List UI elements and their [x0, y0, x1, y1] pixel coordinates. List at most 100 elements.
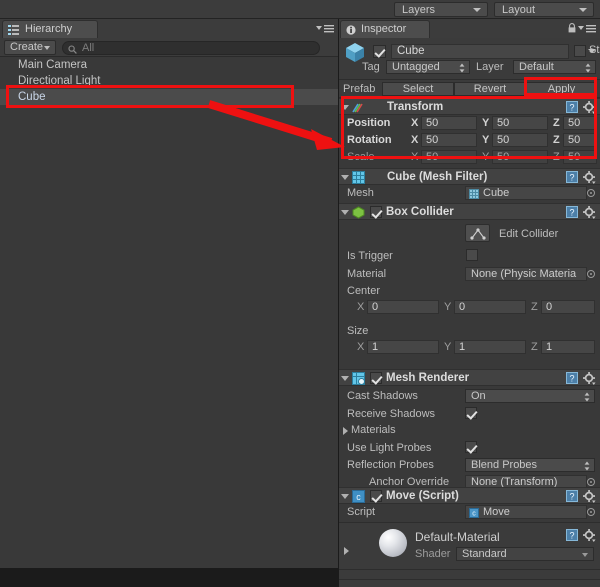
component-header-mesh-renderer[interactable]: Mesh Renderer ?	[339, 369, 600, 386]
gear-icon[interactable]	[583, 171, 596, 184]
box-collider-icon	[352, 206, 365, 219]
rotation-y-input[interactable]: 50	[492, 133, 548, 147]
position-y-value: 50	[497, 117, 510, 129]
hierarchy-item-directional-light[interactable]: Directional Light	[0, 73, 338, 89]
center-y-input[interactable]: 0	[454, 300, 526, 314]
object-picker-icon[interactable]	[587, 478, 595, 486]
help-icon[interactable]: ?	[566, 529, 578, 541]
scale-y-value: 50	[497, 151, 510, 163]
reflection-probes-value: Blend Probes	[471, 459, 538, 471]
axis-z-label: Z	[553, 134, 560, 146]
tab-inspector[interactable]: Inspector	[340, 20, 430, 38]
object-active-checkbox[interactable]	[373, 45, 386, 58]
component-header-move-script[interactable]: c Move (Script) ?	[339, 487, 600, 504]
chevron-down-icon[interactable]	[588, 49, 596, 53]
tag-dropdown[interactable]: Untagged	[386, 60, 470, 74]
help-icon[interactable]: ?	[566, 171, 578, 183]
gear-icon[interactable]	[583, 101, 596, 114]
component-header-mesh-filter[interactable]: Cube (Mesh Filter) ?	[339, 168, 600, 185]
rotation-z-input[interactable]: 50	[563, 133, 597, 147]
move-script-enabled-checkbox[interactable]	[370, 490, 382, 502]
center-x-input[interactable]: 0	[367, 300, 439, 314]
mesh-value: Cube	[483, 187, 510, 199]
foldout-closed-icon[interactable]	[343, 427, 348, 435]
position-z-input[interactable]: 50	[563, 116, 597, 130]
foldout-open-icon[interactable]	[341, 105, 349, 110]
shader-dropdown[interactable]: Standard	[456, 547, 594, 561]
foldout-open-icon[interactable]	[341, 494, 349, 499]
object-picker-icon[interactable]	[587, 508, 595, 516]
mesh-object-field[interactable]: Cube	[465, 186, 587, 200]
axis-y-label: Y	[482, 134, 490, 146]
panel-menu-icon[interactable]	[578, 24, 596, 33]
foldout-open-icon[interactable]	[341, 210, 349, 215]
foldout-open-icon[interactable]	[341, 175, 349, 180]
tab-hierarchy[interactable]: Hierarchy	[2, 20, 98, 38]
mesh-renderer-enabled-checkbox[interactable]	[370, 372, 382, 384]
help-icon[interactable]: ?	[566, 372, 578, 384]
size-z-input[interactable]: 1	[541, 340, 595, 354]
component-header-box-collider[interactable]: Box Collider ?	[339, 203, 600, 220]
hierarchy-list: Main Camera Directional Light Cube	[0, 57, 338, 568]
static-checkbox[interactable]	[574, 45, 586, 57]
layer-label: Layer	[476, 61, 504, 73]
prefab-select-button[interactable]: Select	[382, 82, 454, 96]
hierarchy-item-label: Main Camera	[18, 59, 88, 71]
layer-dropdown[interactable]: Default	[513, 60, 596, 74]
gear-icon[interactable]	[583, 529, 596, 542]
physic-material-value: None (Physic Materia	[471, 268, 577, 280]
component-body-box-collider-size: Size X 1 Y 1 Z 1	[339, 324, 600, 358]
hierarchy-item-cube[interactable]: Cube	[0, 89, 338, 105]
hierarchy-item-main-camera[interactable]: Main Camera	[0, 57, 338, 73]
gear-icon[interactable]	[583, 490, 596, 503]
hierarchy-search-input[interactable]: All	[62, 41, 320, 55]
is-trigger-checkbox[interactable]	[466, 249, 478, 261]
component-body-box-collider: Edit Collider Is Trigger Material None (…	[339, 220, 600, 324]
box-collider-enabled-checkbox[interactable]	[370, 206, 382, 218]
foldout-open-icon[interactable]	[341, 376, 349, 381]
shader-value: Standard	[462, 548, 507, 560]
use-light-probes-checkbox[interactable]	[465, 441, 477, 453]
prefab-apply-button[interactable]: Apply	[526, 82, 597, 96]
size-y-input[interactable]: 1	[454, 340, 526, 354]
scale-y-input[interactable]: 50	[492, 150, 548, 164]
layout-dropdown[interactable]: Layout	[494, 2, 594, 17]
gear-icon[interactable]	[583, 206, 596, 219]
foldout-closed-icon[interactable]	[344, 547, 349, 555]
cast-shadows-dropdown[interactable]: On	[465, 389, 595, 403]
object-name-input[interactable]: Cube	[391, 44, 569, 59]
size-x-input[interactable]: 1	[367, 340, 439, 354]
chevron-down-icon	[44, 46, 50, 50]
svg-text:?: ?	[569, 491, 574, 501]
object-picker-icon[interactable]	[587, 270, 595, 278]
rotation-x-input[interactable]: 50	[421, 133, 477, 147]
help-icon[interactable]: ?	[566, 206, 578, 218]
panel-menu-icon[interactable]	[316, 24, 334, 33]
reflection-probes-dropdown[interactable]: Blend Probes	[465, 458, 595, 472]
create-button[interactable]: Create	[4, 40, 56, 55]
script-object-field[interactable]: c Move	[465, 505, 587, 519]
svg-text:c: c	[356, 492, 361, 502]
help-icon[interactable]: ?	[566, 101, 578, 113]
create-button-label: Create	[10, 41, 44, 53]
position-x-input[interactable]: 50	[421, 116, 477, 130]
position-y-input[interactable]: 50	[492, 116, 548, 130]
mesh-renderer-icon	[352, 372, 365, 385]
receive-shadows-checkbox[interactable]	[465, 407, 477, 419]
position-x-value: 50	[426, 117, 439, 129]
physic-material-object-field[interactable]: None (Physic Materia	[465, 267, 587, 281]
help-icon[interactable]: ?	[566, 490, 578, 502]
gear-icon[interactable]	[583, 372, 596, 385]
center-z-input[interactable]: 0	[541, 300, 595, 314]
scale-z-input[interactable]: 50	[563, 150, 597, 164]
object-picker-icon[interactable]	[587, 189, 595, 197]
scale-x-input[interactable]: 50	[421, 150, 477, 164]
component-header-transform[interactable]: Transform ?	[339, 98, 600, 115]
size-y-value: 1	[459, 341, 466, 353]
prefab-revert-button[interactable]: Revert	[454, 82, 526, 96]
axis-x-label: X	[411, 117, 419, 129]
inspector-tabbar: Inspector	[339, 19, 600, 38]
layers-dropdown[interactable]: Layers	[394, 2, 488, 17]
lock-icon[interactable]	[568, 23, 576, 33]
edit-collider-button[interactable]	[465, 224, 490, 242]
